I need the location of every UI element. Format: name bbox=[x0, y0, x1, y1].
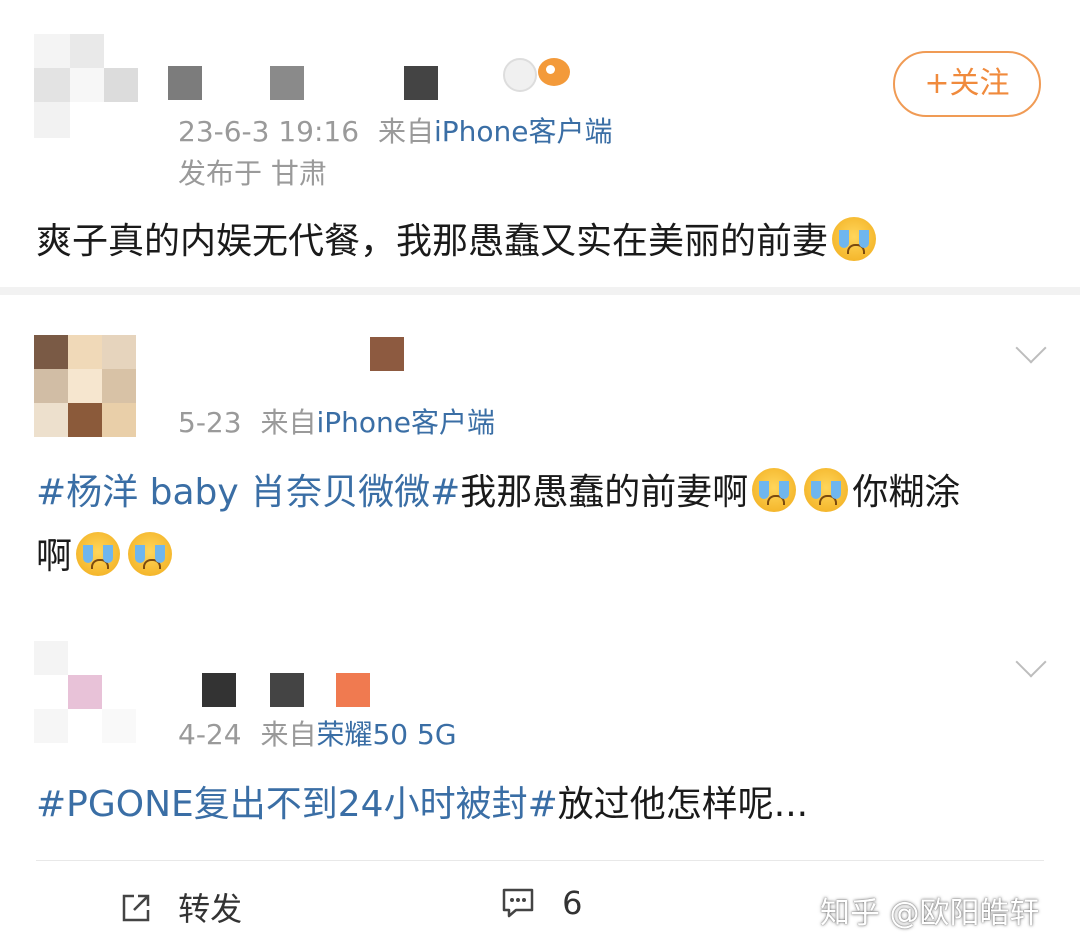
username-redacted[interactable] bbox=[168, 673, 388, 709]
post-source[interactable]: 荣耀50 5G bbox=[316, 718, 456, 751]
post-time: 4-24 bbox=[178, 718, 242, 751]
post-meta: 23-6-3 19:16 来自iPhone客户端 bbox=[178, 110, 613, 150]
crying-emoji-icon bbox=[804, 468, 849, 512]
chevron-down-icon[interactable] bbox=[1015, 646, 1047, 678]
post-1: 23-6-3 19:16 来自iPhone客户端 发布于 甘肃 +关注 爽子真的… bbox=[0, 0, 1080, 287]
avatar[interactable] bbox=[34, 335, 136, 437]
crying-emoji-icon bbox=[832, 217, 877, 261]
crying-emoji-icon bbox=[128, 532, 173, 576]
post-meta: 4-24 来自荣耀50 5G bbox=[178, 713, 457, 753]
post-time: 5-23 bbox=[178, 406, 242, 439]
comment-count: 6 bbox=[562, 884, 583, 922]
post-text: 放过他怎样呢... bbox=[557, 784, 809, 825]
post-source[interactable]: iPhone客户端 bbox=[316, 406, 495, 439]
post-text-end: 啊 bbox=[36, 536, 73, 577]
post-source[interactable]: iPhone客户端 bbox=[434, 115, 613, 148]
avatar[interactable] bbox=[34, 34, 138, 138]
post-body: #PGONE复出不到24小时被封#放过他怎样呢... bbox=[36, 773, 1046, 837]
crying-emoji-icon bbox=[76, 532, 121, 576]
post-from: 来自 bbox=[260, 406, 317, 439]
post-text: 爽子真的内娱无代餐，我那愚蠢又实在美丽的前妻 bbox=[36, 221, 829, 262]
topic-link[interactable]: #PGONE复出不到24小时被封# bbox=[36, 784, 558, 825]
share-icon bbox=[122, 894, 150, 922]
topic-link[interactable]: #杨洋 baby 肖奈贝微微# bbox=[36, 472, 460, 513]
footer-divider bbox=[36, 860, 1044, 861]
watermark: 知乎 @欧阳皓轩 bbox=[820, 896, 1040, 931]
post-body: 爽子真的内娱无代餐，我那愚蠢又实在美丽的前妻 bbox=[36, 210, 1046, 274]
fish-badge-icon bbox=[538, 58, 570, 86]
post-3: 4-24 来自荣耀50 5G #PGONE复出不到24小时被封#放过他怎样呢..… bbox=[0, 615, 1080, 860]
chevron-down-icon[interactable] bbox=[1015, 332, 1047, 364]
follow-button[interactable]: +关注 bbox=[893, 51, 1041, 117]
badge-icon bbox=[503, 58, 537, 92]
post-text-continued: 你糊涂 bbox=[852, 472, 961, 513]
comment-button[interactable]: 6 bbox=[500, 884, 583, 922]
comment-icon bbox=[502, 888, 534, 918]
post-time: 23-6-3 19:16 bbox=[178, 115, 360, 148]
crying-emoji-icon bbox=[752, 468, 797, 512]
post-meta: 5-23 来自iPhone客户端 bbox=[178, 401, 495, 441]
username-redacted[interactable] bbox=[168, 66, 448, 102]
avatar[interactable] bbox=[34, 641, 138, 745]
post-text: 我那愚蠢的前妻啊 bbox=[460, 472, 749, 513]
repost-button[interactable]: 转发 bbox=[118, 884, 242, 930]
repost-label: 转发 bbox=[178, 890, 243, 928]
post-location: 发布于 甘肃 bbox=[178, 157, 327, 190]
post-from: 来自 bbox=[260, 718, 317, 751]
username-redacted[interactable] bbox=[370, 337, 410, 371]
section-divider bbox=[0, 287, 1080, 295]
post-body: #杨洋 baby 肖奈贝微微#我那愚蠢的前妻啊 你糊涂 啊 bbox=[36, 461, 1046, 589]
post-2: 5-23 来自iPhone客户端 #杨洋 baby 肖奈贝微微#我那愚蠢的前妻啊… bbox=[0, 295, 1080, 615]
post-from: 来自 bbox=[377, 115, 434, 148]
